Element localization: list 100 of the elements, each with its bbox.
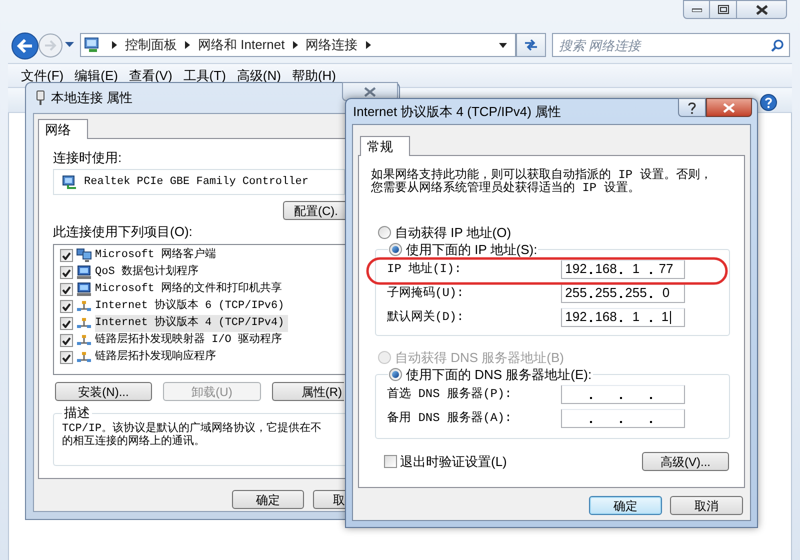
question-icon [688, 102, 696, 114]
octet: 192 [565, 308, 587, 326]
list-item[interactable]: QoS 数据包计划程序 [95, 264, 202, 281]
octet: 1 [632, 260, 640, 278]
breadcrumb-item[interactable]: 控制面板 [123, 35, 179, 55]
checkbox-label: 退出时验证设置(L) [400, 453, 507, 471]
close-button[interactable] [706, 98, 752, 117]
field-label: IP 地址(I): [387, 261, 462, 278]
field-label: 默认网关(D): [387, 309, 464, 326]
breadcrumb-item[interactable]: 网络和 Internet [196, 35, 287, 55]
computer-icon [76, 265, 92, 280]
group-title: 描述 [63, 406, 91, 420]
chevron-right-icon[interactable] [292, 41, 298, 49]
field-label: 子网掩码(U): [387, 285, 464, 302]
field-label: 首选 DNS 服务器(P): [387, 386, 512, 403]
radio-label: 使用下面的 IP 地址(S): [406, 242, 538, 257]
radio-label: 使用下面的 DNS 服务器地址(E): [406, 367, 592, 382]
checkbox[interactable] [60, 334, 73, 347]
octet: 168 [595, 308, 617, 326]
close-icon [756, 4, 768, 14]
octet: 255 [595, 284, 617, 302]
radio-button[interactable] [389, 243, 402, 256]
list-item[interactable]: Internet 协议版本 4 (TCP/IPv4) [95, 315, 288, 332]
breadcrumb-item[interactable]: 网络连接 [304, 35, 360, 55]
ok-button[interactable]: 确定 [232, 490, 304, 509]
minimize-icon [692, 8, 702, 12]
ip-address-field[interactable] [561, 384, 685, 404]
history-dropdown-icon[interactable] [65, 42, 74, 48]
list-item[interactable]: Microsoft 网络客户端 [95, 247, 220, 264]
back-button[interactable] [11, 32, 39, 60]
field-label: 备用 DNS 服务器(A): [387, 410, 512, 427]
description-text: 的相互连接的网络上的通讯。 [62, 436, 205, 449]
network-icon [76, 350, 92, 365]
maximize-button[interactable] [710, 0, 737, 19]
cancel-button[interactable]: 取消 [670, 496, 743, 515]
search-field[interactable]: 搜索 网络连接 [552, 33, 790, 57]
advanced-button[interactable]: 高级(V)... [642, 452, 729, 472]
list-item[interactable]: Internet 协议版本 6 (TCP/IPv6) [95, 298, 288, 315]
cancel-button[interactable]: 取 [313, 490, 345, 509]
dropdown-arrow-icon[interactable] [499, 42, 507, 48]
refresh-button[interactable] [516, 33, 546, 57]
octet: 255 [625, 284, 647, 302]
action-button[interactable]: 属性(R) [272, 382, 344, 401]
chevron-right-icon[interactable] [366, 41, 371, 49]
close-icon [723, 102, 735, 112]
ip-address-field[interactable] [561, 408, 685, 428]
checkbox[interactable] [384, 455, 397, 468]
checkbox[interactable] [60, 317, 73, 330]
octet: 255 [565, 284, 587, 302]
field-label: 连接时使用: [53, 150, 122, 166]
radio-label: 自动获得 IP 地址(O) [395, 225, 512, 240]
octet: 192 [565, 260, 587, 278]
refresh-icon [523, 38, 539, 52]
network-adapter-icon [36, 90, 45, 106]
adapter-name: Realtek PCIe GBE Family Controller [84, 174, 308, 190]
chevron-right-icon[interactable] [185, 41, 190, 49]
maximize-icon [718, 5, 728, 14]
configure-button[interactable]: 配置(C). [283, 201, 345, 220]
list-item[interactable]: 链路层拓扑发现映射器 I/O 驱动程序 [95, 332, 286, 349]
checkbox[interactable] [60, 266, 73, 279]
octet: 168 [595, 260, 617, 278]
close-icon [364, 86, 376, 96]
radio-button[interactable] [378, 226, 391, 239]
help-button[interactable] [678, 98, 706, 117]
octet: 1 [632, 308, 640, 326]
dialog-title: Internet 协议版本 4 (TCP/IPv4) 属性 [353, 102, 562, 121]
intro-text: 您需要从网络系统管理员处获得适当的 IP 设置。 [371, 182, 640, 195]
control-panel-icon [84, 37, 100, 53]
computer-icon [76, 282, 92, 297]
list-label: 此连接使用下列项目(O): [53, 224, 192, 240]
chevron-right-icon[interactable] [112, 41, 117, 49]
tab[interactable]: 网络 [38, 119, 88, 139]
network-card-icon [62, 174, 78, 190]
octet: 0 [662, 284, 670, 302]
action-button[interactable]: 安装(N)... [55, 382, 152, 401]
computers-icon [76, 248, 92, 263]
radio-button[interactable] [389, 368, 402, 381]
help-icon[interactable] [760, 94, 777, 111]
minimize-button[interactable] [683, 0, 710, 19]
ip-address-field[interactable]: 192 168 1 77 [561, 260, 685, 278]
octet: 77 [658, 260, 674, 278]
network-icon [76, 316, 92, 331]
dialog-title: 本地连接 属性 [51, 89, 133, 108]
ok-button[interactable]: 确定 [589, 496, 662, 515]
address-bar[interactable]: 控制面板 网络和 Internet 网络连接 [80, 33, 516, 57]
checkbox[interactable] [60, 249, 73, 262]
octet: 1 [661, 308, 669, 326]
network-icon [76, 299, 92, 314]
list-item[interactable]: Microsoft 网络的文件和打印机共享 [95, 281, 286, 298]
description-text: TCP/IP。该协议是默认的广域网络协议，它提供在不 [62, 423, 322, 435]
checkbox[interactable] [60, 300, 73, 313]
list-item[interactable]: 链路层拓扑发现响应程序 [95, 349, 220, 366]
intro-text: 如果网络支持此功能，则可以获取自动指派的 IP 设置。否则， [371, 169, 712, 182]
ip-address-field[interactable]: 192 168 1 1 [561, 308, 685, 326]
radio-label: 自动获得 DNS 服务器地址(B) [395, 350, 564, 365]
tab[interactable]: 常规 [360, 136, 410, 156]
search-icon[interactable] [771, 39, 784, 52]
checkbox[interactable] [60, 283, 73, 296]
checkbox[interactable] [60, 351, 73, 364]
close-button[interactable] [737, 0, 787, 19]
